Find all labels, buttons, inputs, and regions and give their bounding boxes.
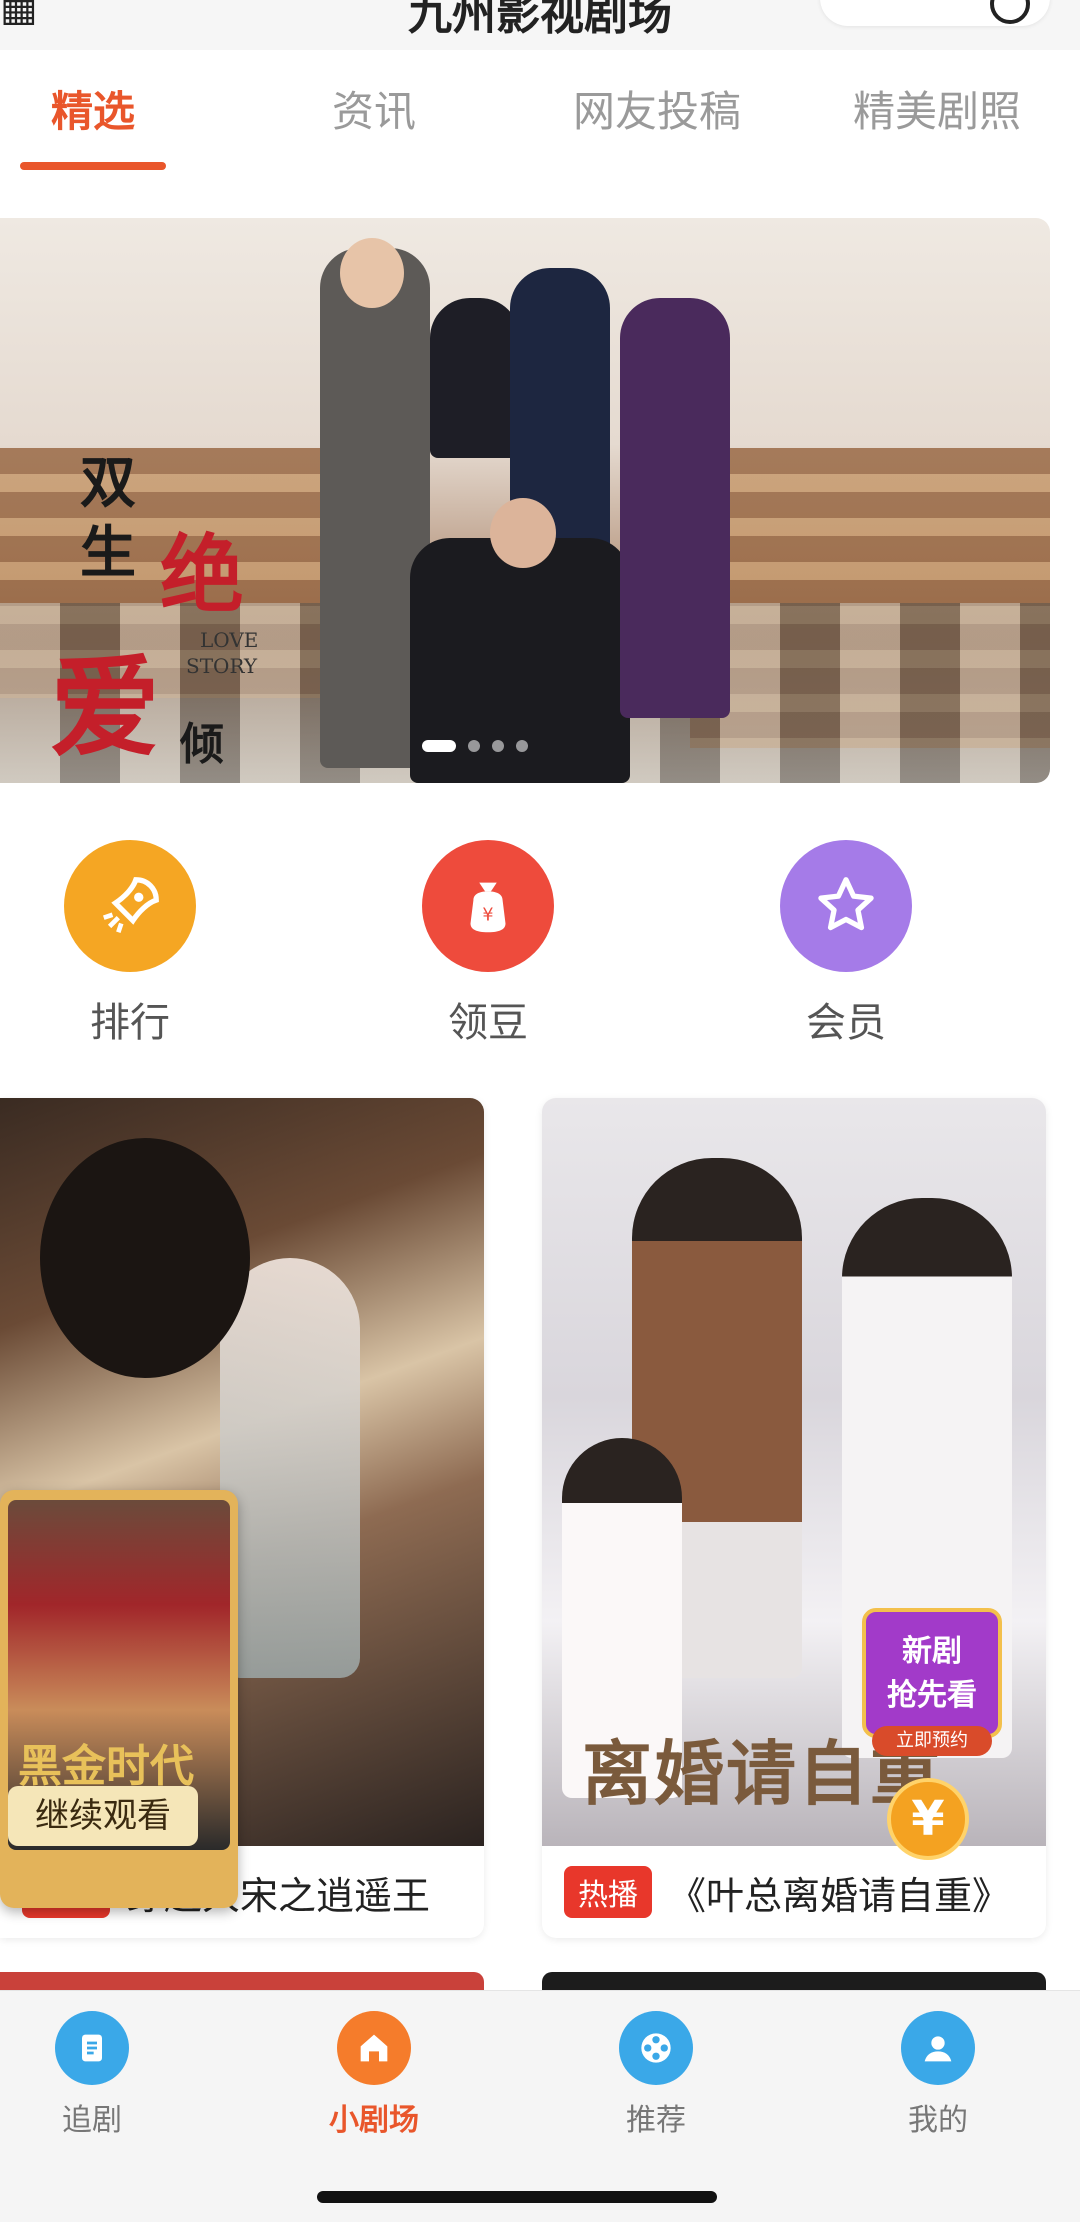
promo-line: 新剧: [902, 1634, 962, 1669]
nav-label: 追剧: [62, 2103, 122, 2138]
drama-logo: 双 生 绝 爱 倾 LOVE STORY: [30, 398, 280, 772]
film-reel-icon: [619, 2011, 693, 2085]
continue-watching-button[interactable]: 继续观看: [8, 1786, 198, 1846]
logo-char: 生: [80, 520, 136, 586]
logo-char: 双: [80, 450, 136, 516]
category-tabs: 精选 资讯 网友投稿 精美剧照: [0, 70, 1080, 170]
nav-follow-dramas[interactable]: 追剧: [0, 2011, 192, 2139]
ranking-button[interactable]: 排行: [30, 840, 230, 1048]
svg-text:¥: ¥: [482, 906, 493, 926]
hot-badge: 热播: [564, 1866, 652, 1918]
pagination-dot[interactable]: [516, 740, 528, 752]
promo-line: 抢先看: [887, 1678, 977, 1713]
continue-watching-widget[interactable]: 黑金时代 继续观看: [0, 1490, 238, 1908]
user-icon: [901, 2011, 975, 2085]
close-circle-icon[interactable]: [990, 0, 1030, 24]
bottom-navigation: 追剧 小剧场 推荐 我的: [0, 1990, 1080, 2222]
nav-recommend[interactable]: 推荐: [556, 2011, 756, 2139]
nav-label: 小剧场: [329, 2103, 419, 2138]
cast-face: [490, 498, 556, 568]
logo-char: 倾: [180, 719, 224, 770]
money-bag-icon: ¥: [422, 840, 554, 972]
next-card-peek: [542, 1972, 1046, 1990]
star-icon: [780, 840, 912, 972]
reserve-button[interactable]: 立即预约: [872, 1726, 992, 1756]
nav-label: 推荐: [626, 2103, 686, 2138]
logo-char: 爱: [50, 643, 160, 772]
drama-card-info: 热播 《叶总离婚请自重》: [542, 1846, 1046, 1938]
banner-carousel[interactable]: 双 生 绝 爱 倾 LOVE STORY: [0, 218, 1050, 783]
home-icon: [337, 2011, 411, 2085]
pagination-dot-active[interactable]: [422, 740, 456, 752]
get-beans-label: 领豆: [448, 1000, 528, 1046]
cast-figure: [620, 298, 730, 718]
banner-cast-image: [320, 238, 790, 783]
tab-stills[interactable]: 精美剧照: [822, 70, 1052, 170]
drama-card[interactable]: 离婚请自重 新剧 抢先看 立即预约 ¥ 热播 《叶总离婚请自重》: [542, 1098, 1046, 1938]
pagination-dot[interactable]: [492, 740, 504, 752]
rocket-icon: [64, 840, 196, 972]
quick-actions: 排行 ¥ 领豆 会员: [0, 840, 1080, 1060]
tab-featured[interactable]: 精选: [10, 70, 176, 170]
home-indicator[interactable]: [317, 2191, 717, 2203]
drama-title: 《叶总离婚请自重》: [668, 1873, 1011, 1918]
cast-face: [340, 238, 404, 308]
logo-char: 绝: [160, 525, 245, 624]
nav-mini-theater[interactable]: 小剧场: [274, 2011, 474, 2139]
logo-subtitle: STORY: [186, 654, 258, 678]
ranking-label: 排行: [90, 1000, 170, 1046]
cast-figure: [430, 298, 520, 458]
pagination-dot[interactable]: [468, 740, 480, 752]
tab-user-submissions[interactable]: 网友投稿: [545, 70, 769, 170]
logo-subtitle: LOVE: [200, 628, 259, 652]
poster-figure: [40, 1138, 250, 1378]
document-icon: [55, 2011, 129, 2085]
membership-label: 会员: [806, 1000, 886, 1046]
nav-profile[interactable]: 我的: [838, 2011, 1038, 2139]
membership-button[interactable]: 会员: [746, 840, 946, 1048]
nav-label: 我的: [908, 2103, 968, 2138]
get-beans-button[interactable]: ¥ 领豆: [388, 840, 588, 1048]
poster-figure: [220, 1258, 360, 1678]
drama-poster: 离婚请自重 新剧 抢先看 立即预约 ¥: [542, 1098, 1046, 1860]
tab-news[interactable]: 资讯: [262, 70, 486, 170]
active-tab-indicator: [20, 162, 166, 170]
app-screen: ▦ 九州影视剧场 精选 资讯 网友投稿 精美剧照 双 生 绝 爱 倾 LOVE …: [0, 0, 1080, 2222]
new-drama-promo[interactable]: 新剧 抢先看: [862, 1608, 1002, 1738]
capsule-menu[interactable]: [820, 0, 1050, 26]
top-bar: ▦ 九州影视剧场: [0, 0, 1080, 50]
continue-poster-title: 黑金时代: [18, 1741, 194, 1792]
next-card-peek: [0, 1972, 484, 1990]
